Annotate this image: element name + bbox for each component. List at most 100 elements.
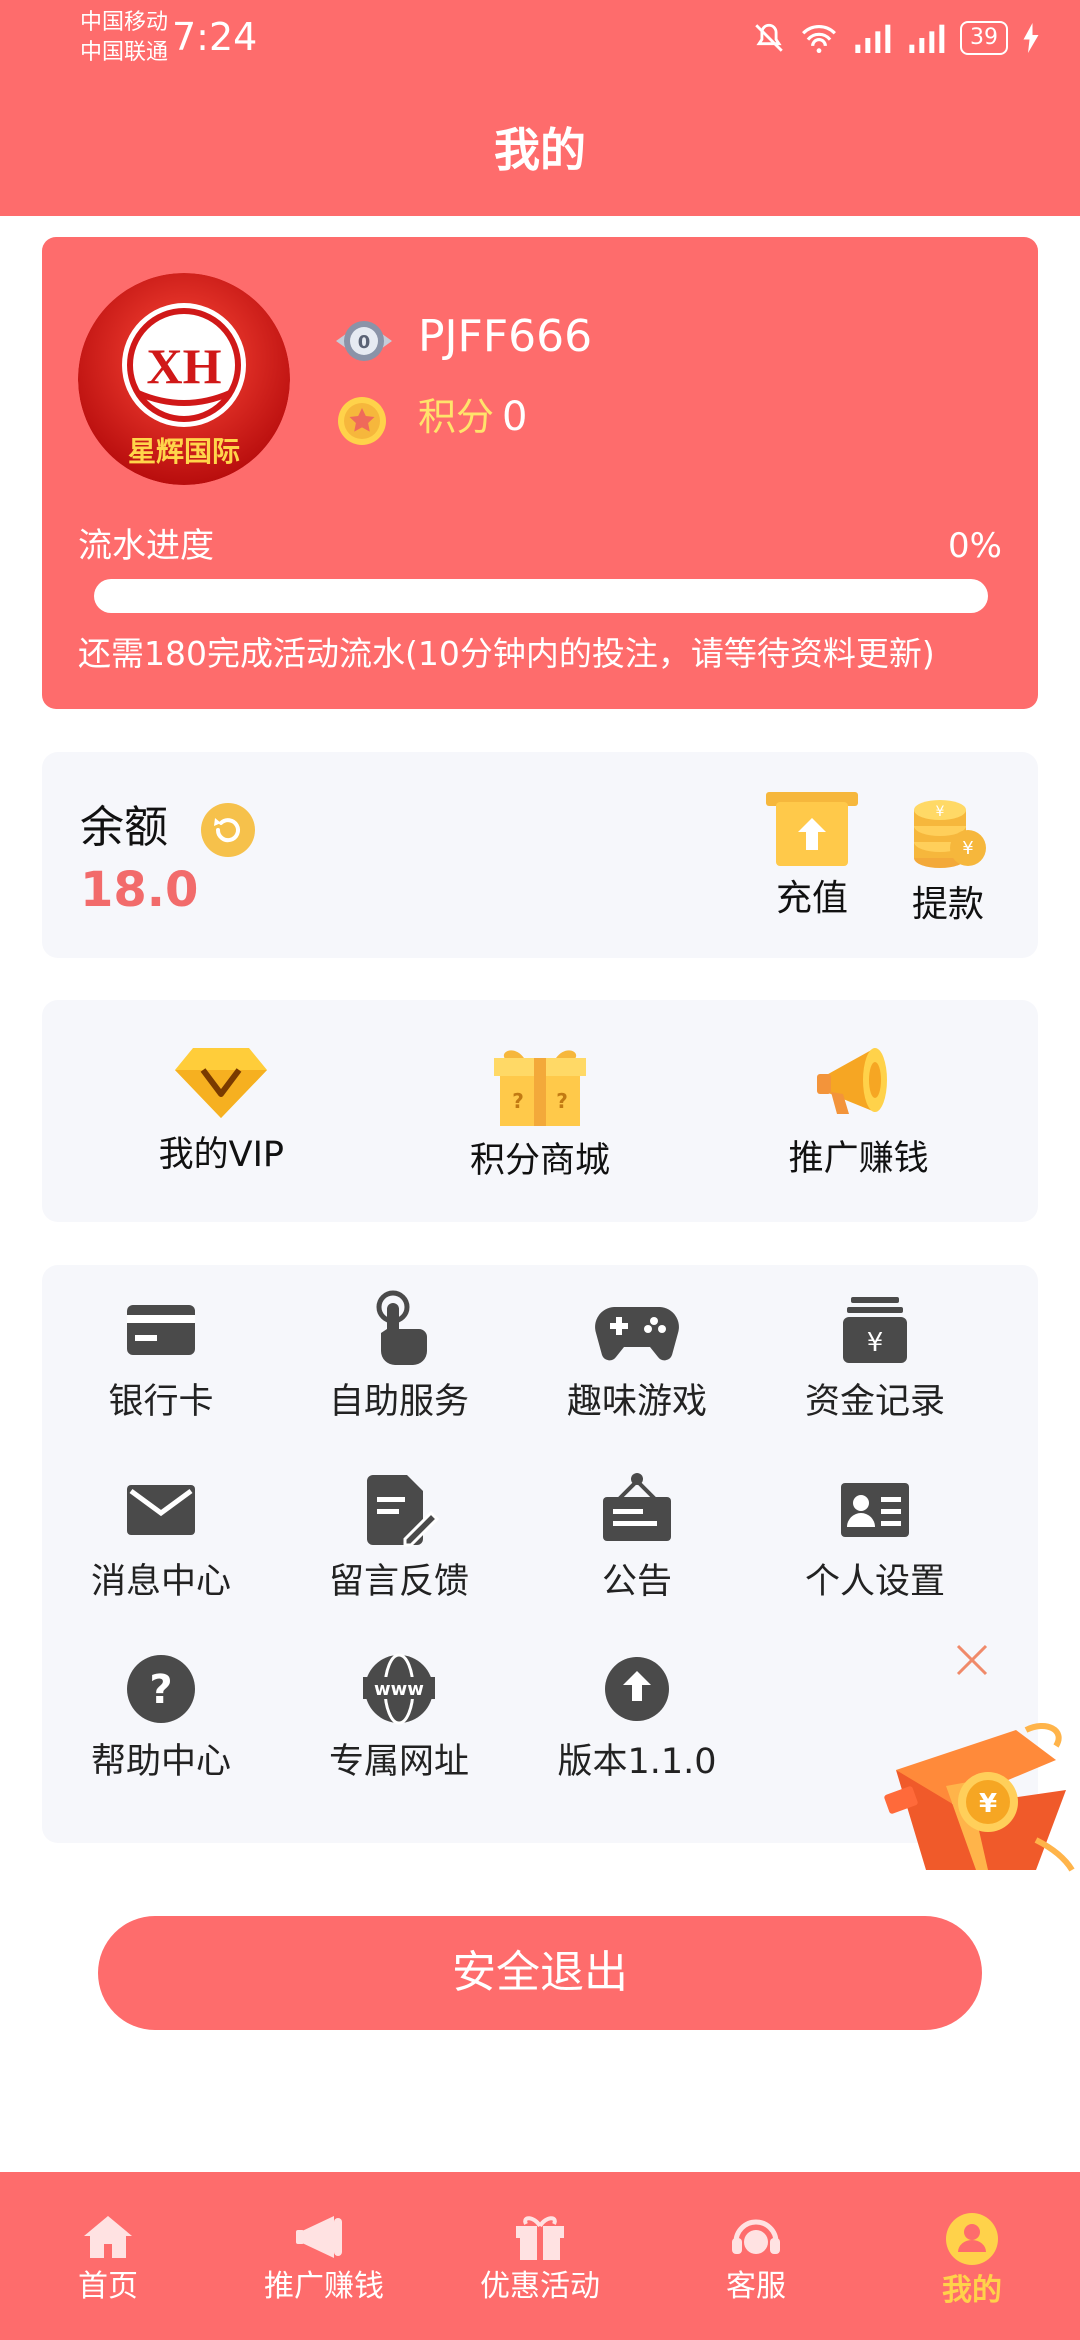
tab-home[interactable]: 首页 [0,2172,216,2340]
signal-icon-2 [909,24,945,53]
level-badge-icon: 0 [336,321,392,361]
menu-item-bank-card[interactable]: 银行卡 [42,1289,280,1427]
gift-icon [516,2216,564,2260]
carrier-1: 中国移动 [80,10,169,35]
vip-diamond-icon [175,1048,268,1118]
bank-card-icon [127,1305,195,1355]
menu-label-bank-card: 银行卡 [108,1382,214,1422]
tab-label-promotions: 优惠活动 [480,2269,600,2304]
fund-record-icon: ¥ [843,1297,907,1363]
svg-text:www: www [374,1679,424,1700]
menu-label-fun-games: 趣味游戏 [566,1382,707,1422]
bottom-tab-bar: 首页 推广赚钱 优惠活动 客服 我的 [0,2172,1080,2340]
megaphone-icon [296,2216,342,2258]
my-vip-button[interactable]: 我的VIP [111,1042,331,1180]
gamepad-icon [595,1307,679,1361]
upload-arrow-icon [605,1657,669,1721]
user-icon [946,2213,998,2265]
logo-caption: 星辉国际 [128,436,240,468]
logout-button[interactable]: 安全退出 [98,1916,982,2030]
wifi-icon [802,25,836,54]
svg-text:¥: ¥ [962,838,973,859]
nav-header: 我的 [0,76,1080,216]
feature-card: 我的VIP ? ? 积分商城 推广赚钱 [42,1000,1038,1222]
menu-label-exclusive-url: 专属网址 [328,1742,469,1782]
logo-text: XH [147,338,222,394]
menu-label-feedback: 留言反馈 [328,1562,469,1602]
feedback-document-icon [367,1475,439,1547]
menu-label-help-center: 帮助中心 [90,1742,231,1782]
progress-percent: 0% [948,526,1002,566]
menu-item-announcement[interactable]: 公告 [518,1469,756,1607]
gift-box-icon: ? ? [493,1050,586,1126]
svg-text:¥: ¥ [867,1328,884,1358]
question-icon: ? [127,1655,195,1723]
tab-mine[interactable]: 我的 [864,2172,1080,2340]
promote-earn-label: 推广赚钱 [788,1139,929,1179]
status-bar: 中国移动 中国联通 7:24 39 [0,0,1080,76]
svg-text:¥: ¥ [979,1789,997,1819]
tab-promote[interactable]: 推广赚钱 [216,2172,432,2340]
clock: 7:24 [172,15,258,59]
withdraw-label: 提款 [911,884,984,925]
menu-label-fund-records: 资金记录 [804,1382,945,1422]
recharge-icon [766,792,858,866]
points-mall-label: 积分商城 [469,1141,610,1181]
headset-icon [732,2219,780,2254]
tab-promotions[interactable]: 优惠活动 [432,2172,648,2340]
menu-item-feedback[interactable]: 留言反馈 [280,1469,518,1607]
tab-label-home: 首页 [78,2269,138,2304]
menu-label-self-service: 自助服务 [328,1382,469,1422]
progress-note: 还需180完成活动流水(10分钟内的投注，请等待资料更新) [78,634,935,673]
page-title: 我的 [494,123,586,177]
signal-icon [855,24,891,53]
menu-item-messages[interactable]: 消息中心 [42,1469,280,1607]
points-star-icon [338,397,386,445]
charging-icon [1023,23,1039,53]
mute-icon [755,23,783,52]
profile-card: XH 星辉国际 0 PJFF666 积分 0 流水进度 0% 还需180完成活动… [42,237,1038,709]
tab-label-mine: 我的 [942,2273,1002,2308]
menu-item-fund-records[interactable]: ¥ 资金记录 [756,1289,994,1427]
id-card-icon [841,1483,909,1537]
floating-gift-icon[interactable]: ¥ [876,1690,1076,1876]
my-vip-label: 我的VIP [158,1135,285,1175]
points-mall-button[interactable]: ? ? 积分商城 [430,1036,650,1186]
hand-pointer-icon [376,1290,427,1365]
points-value: 0 [502,394,528,440]
svg-text:?: ? [556,1089,568,1113]
carrier-names: 中国移动 中国联通 [80,8,168,68]
menu-item-exclusive-url[interactable]: www 专属网址 [280,1649,518,1787]
balance-value: 18.0 [80,862,199,918]
level-number: 0 [358,332,371,353]
status-icons: 39 [752,18,1040,58]
menu-item-personal-settings[interactable]: 个人设置 [756,1469,994,1607]
tab-customer-service[interactable]: 客服 [648,2172,864,2340]
menu-item-help-center[interactable]: ? 帮助中心 [42,1649,280,1787]
menu-label-personal-settings: 个人设置 [804,1562,945,1602]
megaphone-icon [816,1048,887,1114]
envelope-icon [127,1485,195,1535]
close-icon[interactable] [952,1640,992,1680]
www-globe-icon: www [363,1653,435,1725]
home-icon [84,2216,132,2258]
menu-label-version: 版本1.1.0 [557,1742,717,1782]
menu-label-announcement: 公告 [601,1562,672,1602]
withdraw-button[interactable]: ¥ ¥ 提款 [898,792,998,930]
menu-item-fun-games[interactable]: 趣味游戏 [518,1289,756,1427]
refresh-icon[interactable] [200,802,256,858]
recharge-button[interactable]: 充值 [762,792,862,924]
brand-logo: XH 星辉国际 [78,273,290,485]
tab-label-promote: 推广赚钱 [264,2269,384,2304]
username: PJFF666 [418,311,593,362]
carrier-2: 中国联通 [80,40,169,65]
menu-item-self-service[interactable]: 自助服务 [280,1289,518,1427]
balance-card: 余额 18.0 充值 ¥ ¥ 提款 [42,752,1038,958]
coins-icon: ¥ ¥ [914,800,986,868]
promote-earn-button[interactable]: 推广赚钱 [749,1038,969,1184]
menu-label-messages: 消息中心 [90,1562,231,1602]
menu-item-version[interactable]: 版本1.1.0 [518,1649,756,1787]
points-label: 积分 [418,395,495,439]
avatar[interactable]: XH 星辉国际 [78,273,290,485]
tab-label-customer-service: 客服 [726,2269,786,2304]
